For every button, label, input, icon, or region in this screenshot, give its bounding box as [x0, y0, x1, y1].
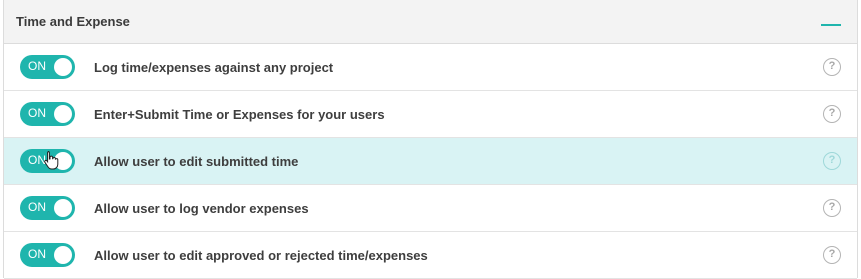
help-icon[interactable]: ? [823, 152, 841, 170]
toggle-label: ON [28, 200, 46, 214]
section-header[interactable]: Time and Expense [4, 0, 857, 44]
toggle-label: ON [28, 247, 46, 261]
toggle-switch[interactable]: ON [20, 243, 75, 267]
toggle-switch[interactable]: ON [20, 102, 75, 126]
time-expense-panel: Time and Expense ON Log time/expenses ag… [3, 0, 858, 279]
setting-row-edit-submitted: ON Allow user to edit submitted time ? [4, 138, 857, 185]
section-title: Time and Expense [16, 14, 130, 29]
toggle-switch[interactable]: ON [20, 55, 75, 79]
setting-label: Allow user to edit approved or rejected … [94, 247, 428, 263]
toggle-label: ON [28, 59, 46, 73]
toggle-knob [54, 246, 72, 264]
setting-label: Log time/expenses against any project [94, 59, 334, 75]
setting-label: Allow user to edit submitted time [94, 153, 299, 169]
setting-row-log-time: ON Log time/expenses against any project… [4, 44, 857, 91]
collapse-icon[interactable] [821, 15, 841, 29]
setting-label: Allow user to log vendor expenses [94, 200, 309, 216]
help-icon[interactable]: ? [823, 199, 841, 217]
toggle-label: ON [28, 106, 46, 120]
setting-row-enter-submit: ON Enter+Submit Time or Expenses for you… [4, 91, 857, 138]
toggle-knob [54, 105, 72, 123]
help-icon[interactable]: ? [823, 246, 841, 264]
toggle-knob [54, 199, 72, 217]
hand-cursor-icon [44, 151, 59, 170]
help-icon[interactable]: ? [823, 105, 841, 123]
toggle-switch[interactable]: ON [20, 196, 75, 220]
toggle-knob [54, 58, 72, 76]
setting-row-vendor-expenses: ON Allow user to log vendor expenses ? [4, 185, 857, 232]
help-icon[interactable]: ? [823, 58, 841, 76]
setting-label: Enter+Submit Time or Expenses for your u… [94, 106, 385, 122]
setting-row-edit-approved: ON Allow user to edit approved or reject… [4, 232, 857, 279]
